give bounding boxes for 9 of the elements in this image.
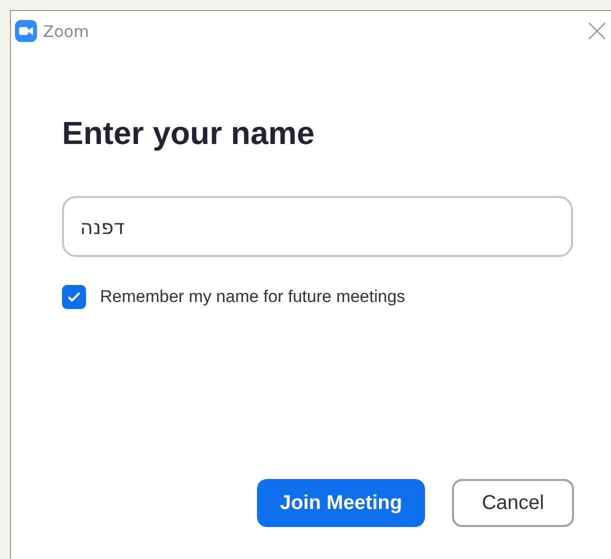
video-camera-icon (15, 20, 37, 42)
dialog-heading: Enter your name (62, 115, 316, 152)
join-button[interactable]: Join Meeting (257, 479, 425, 527)
checkbox-label: Remember my name for future meetings (100, 287, 406, 307)
cancel-button[interactable]: Cancel (452, 479, 574, 527)
name-field[interactable]: דפנה (62, 196, 573, 257)
window-title: Zoom (43, 22, 90, 40)
remember-checkbox[interactable] (62, 285, 86, 309)
checkmark-icon (67, 291, 81, 303)
